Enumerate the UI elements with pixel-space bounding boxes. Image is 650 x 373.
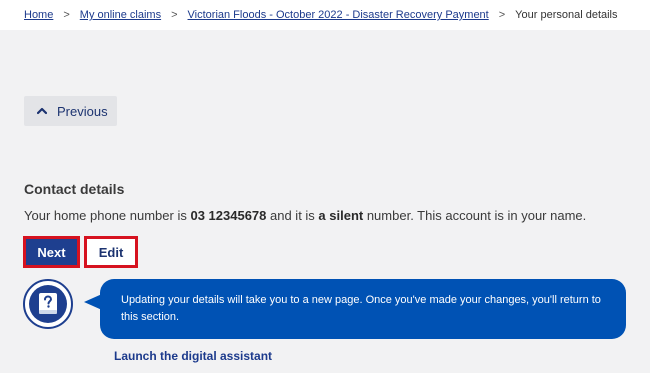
digital-assistant-avatar bbox=[23, 279, 73, 329]
assistant-message-bubble: Updating your details will take you to a… bbox=[100, 279, 626, 339]
contact-text-suffix: number. This account is in your name. bbox=[363, 208, 587, 223]
breadcrumb-my-online-claims-link[interactable]: My online claims bbox=[80, 9, 161, 21]
contact-info-text: Your home phone number is 03 12345678 an… bbox=[24, 208, 586, 223]
breadcrumb-current: Your personal details bbox=[515, 9, 618, 21]
breadcrumb: Home > My online claims > Victorian Floo… bbox=[0, 0, 650, 30]
contact-text-prefix: Your home phone number is bbox=[24, 208, 191, 223]
launch-digital-assistant-link[interactable]: Launch the digital assistant bbox=[114, 349, 272, 363]
section-title: Contact details bbox=[24, 181, 125, 197]
breadcrumb-home-link[interactable]: Home bbox=[24, 9, 53, 21]
next-button[interactable]: Next bbox=[23, 236, 80, 268]
contact-text-middle: and it is bbox=[266, 208, 319, 223]
edit-button[interactable]: Edit bbox=[84, 236, 138, 268]
chevron-up-icon bbox=[37, 107, 47, 115]
previous-button[interactable]: Previous bbox=[24, 96, 117, 126]
breadcrumb-claim-link[interactable]: Victorian Floods - October 2022 - Disast… bbox=[188, 9, 489, 21]
avatar-inner bbox=[29, 285, 67, 323]
phone-number: 03 12345678 bbox=[190, 208, 267, 223]
breadcrumb-separator: > bbox=[63, 9, 70, 21]
number-type: a silent bbox=[318, 208, 364, 223]
question-book-icon bbox=[39, 293, 57, 314]
breadcrumb-separator: > bbox=[171, 9, 178, 21]
breadcrumb-separator: > bbox=[498, 9, 506, 21]
previous-button-label: Previous bbox=[57, 103, 108, 119]
